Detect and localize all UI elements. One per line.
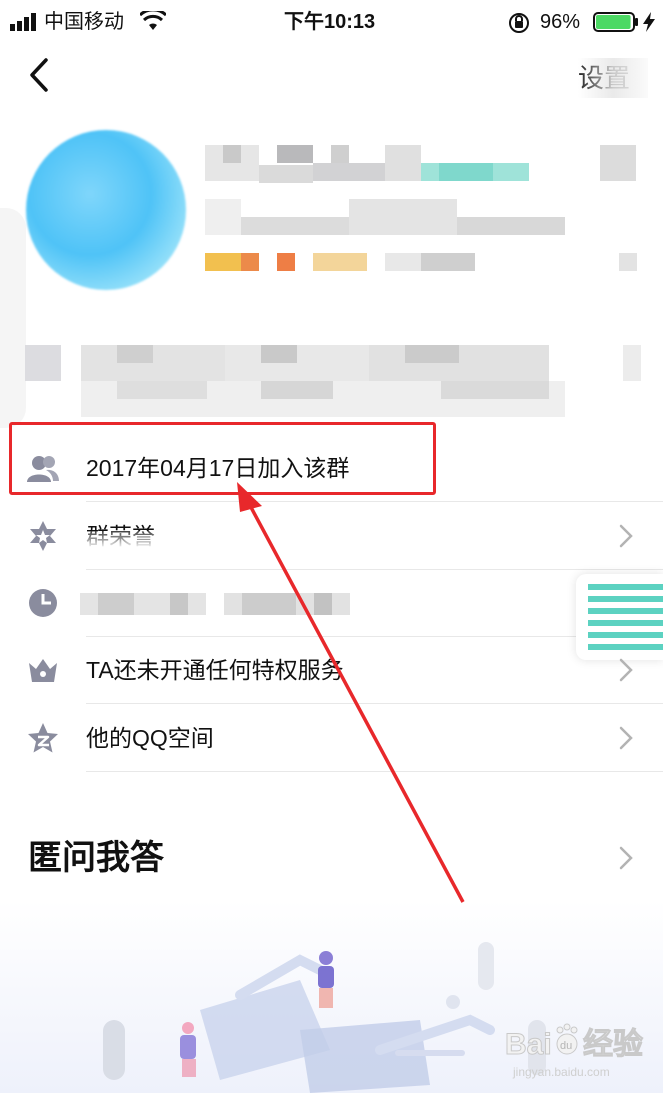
watermark-url: jingyan.baidu.com bbox=[512, 1065, 610, 1079]
watermark-brand: Bai bbox=[505, 1028, 552, 1061]
baidu-watermark: Bai du 经验 jingyan.baidu.com bbox=[505, 1023, 644, 1079]
watermark-brand-cn: 经验 bbox=[583, 1027, 643, 1061]
annotation-arrow bbox=[237, 482, 465, 903]
watermark-brand-suffix: du bbox=[560, 1040, 572, 1052]
